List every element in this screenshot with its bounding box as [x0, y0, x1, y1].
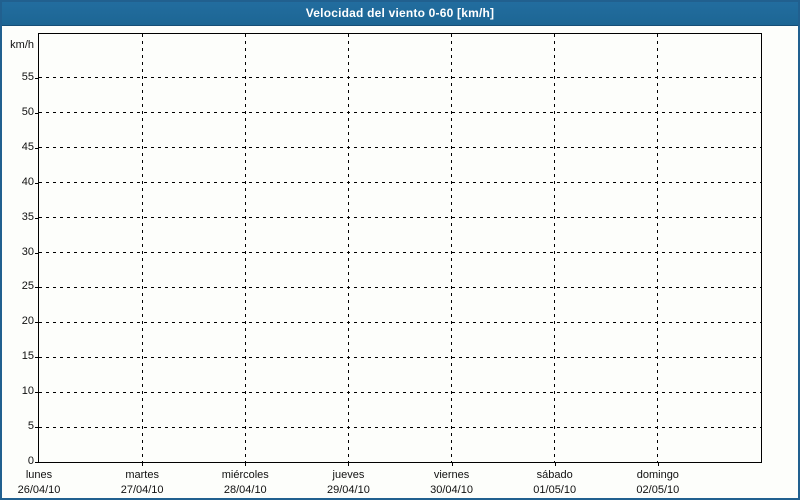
y-tick-label: 0: [27, 455, 34, 467]
y-tick-mark: [35, 322, 39, 324]
y-tick-label: 30: [21, 245, 34, 258]
x-tick-mark: [657, 463, 659, 466]
horizontal-gridline: [39, 426, 761, 428]
y-tick-label: 5: [27, 420, 34, 433]
y-tick-mark: [35, 357, 39, 359]
y-tick-label: 15: [21, 350, 34, 363]
y-tick-mark: [35, 147, 39, 149]
x-date-label: 27/04/10: [120, 484, 164, 496]
vertical-gridline: [244, 34, 246, 462]
x-day-label: lunes: [25, 469, 53, 481]
x-date-label: 29/04/10: [327, 484, 370, 496]
y-tick-mark: [35, 77, 39, 79]
x-tick-mark: [348, 463, 350, 466]
x-day-label: viernes: [433, 469, 470, 481]
chart-title-bar: Velocidad del viento 0-60 [km/h]: [2, 2, 798, 26]
x-day-label: domingo: [636, 469, 679, 481]
y-tick-label: 50: [21, 105, 34, 118]
x-date-label: 28/04/10: [223, 484, 267, 496]
y-tick-mark: [35, 392, 39, 394]
vertical-gridline: [657, 34, 659, 462]
horizontal-gridline: [39, 286, 761, 288]
horizontal-gridline: [39, 252, 761, 254]
horizontal-gridline: [39, 217, 761, 219]
y-tick-mark: [35, 112, 39, 114]
y-tick-label: 45: [21, 140, 34, 153]
y-tick-mark: [35, 462, 39, 463]
horizontal-gridline: [39, 147, 761, 149]
y-tick-mark: [35, 287, 39, 289]
y-tick-mark: [35, 252, 39, 254]
y-tick-mark: [35, 182, 39, 184]
chart-title: Velocidad del viento 0-60 [km/h]: [305, 6, 495, 20]
x-day-label: miércoles: [221, 469, 269, 481]
y-tick-label: 20: [21, 315, 34, 328]
y-tick-label: 40: [21, 175, 34, 188]
x-tick-mark: [142, 463, 144, 466]
x-day-label: martes: [125, 469, 159, 481]
plot-area: [38, 33, 762, 463]
x-date-label: 26/04/10: [17, 484, 61, 496]
horizontal-gridline: [39, 356, 761, 358]
x-tick-mark: [554, 463, 556, 466]
x-tick-mark: [245, 463, 247, 466]
vertical-gridline: [141, 34, 143, 462]
vertical-gridline: [451, 34, 453, 462]
vertical-gridline: [347, 34, 349, 462]
x-date-label: 01/05/10: [533, 484, 577, 496]
y-tick-mark: [35, 427, 39, 429]
y-axis-unit-label: km/h: [10, 39, 34, 51]
y-tick-label: 10: [21, 385, 34, 398]
x-day-label: sábado: [536, 469, 573, 481]
horizontal-gridline: [39, 112, 761, 114]
y-tick-label: 35: [21, 210, 34, 223]
vertical-gridline: [554, 34, 556, 462]
horizontal-gridline: [39, 391, 761, 393]
x-date-label: 30/04/10: [430, 484, 473, 496]
y-tick-label: 55: [21, 70, 34, 83]
horizontal-gridline: [39, 182, 761, 184]
x-tick-mark: [451, 463, 453, 466]
horizontal-gridline: [39, 321, 761, 323]
y-tick-label: 25: [21, 280, 34, 293]
chart-window: Velocidad del viento 0-60 [km/h] km/h 0 5…: [0, 0, 800, 500]
x-day-label: jueves: [332, 469, 365, 481]
horizontal-gridline: [39, 77, 761, 79]
y-tick-mark: [35, 217, 39, 219]
x-date-label: 02/05/10: [636, 484, 680, 496]
